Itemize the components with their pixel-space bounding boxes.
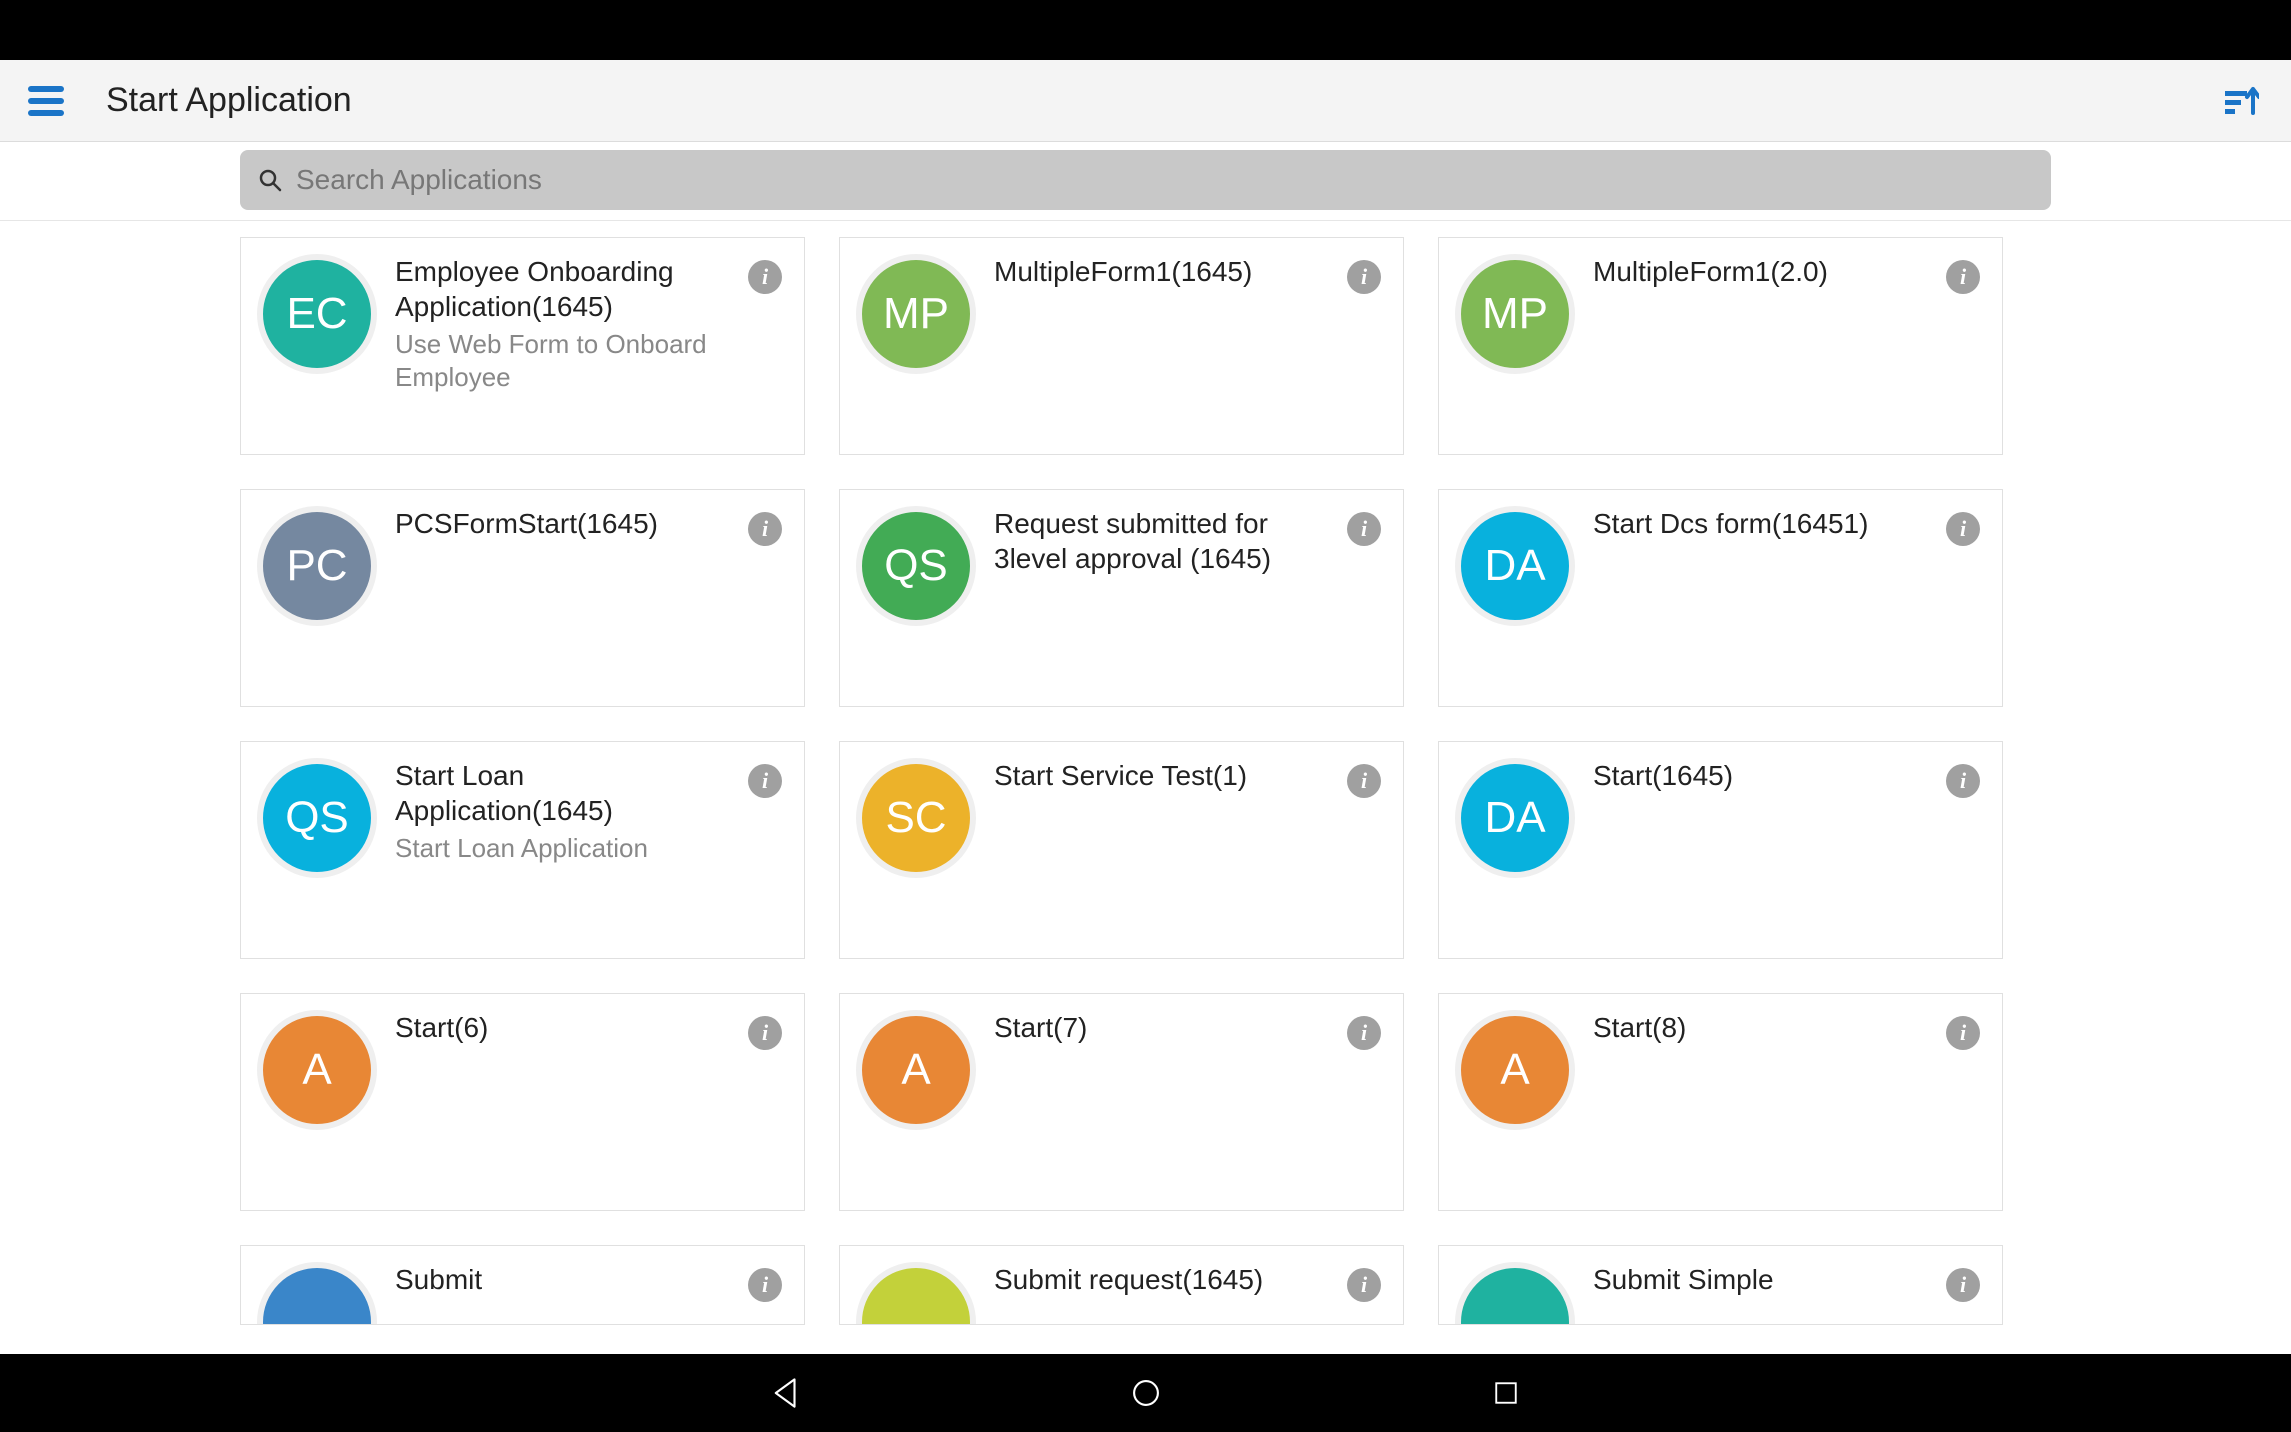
card-title: Start(1645): [1593, 758, 1946, 793]
card-title: Start(7): [994, 1010, 1347, 1045]
card-title: MultipleForm1(1645): [994, 254, 1347, 289]
application-card[interactable]: MP MultipleForm1(2.0)i: [1438, 237, 2003, 455]
application-card[interactable]: SC Start Service Test(1)i: [839, 741, 1404, 959]
card-title: MultipleForm1(2.0): [1593, 254, 1946, 289]
card-title: Request submitted for 3level approval (1…: [994, 506, 1347, 576]
application-grid: ECEmployee Onboarding Application(1645)U…: [0, 221, 2291, 1325]
card-body: Start(1645): [1593, 758, 1986, 958]
card-title: Start Dcs form(16451): [1593, 506, 1946, 541]
info-icon[interactable]: i: [1347, 260, 1381, 294]
avatar: [856, 1262, 976, 1325]
device-status-bar: [0, 0, 2291, 60]
application-card[interactable]: PC PCSFormStart(1645)i: [240, 489, 805, 707]
avatar: SC: [856, 758, 976, 878]
info-icon[interactable]: i: [1946, 512, 1980, 546]
card-subtitle: Use Web Form to Onboard Employee: [395, 328, 748, 393]
card-body: Submit: [395, 1262, 788, 1324]
card-body: Start Service Test(1): [994, 758, 1387, 958]
application-card[interactable]: ECEmployee Onboarding Application(1645)U…: [240, 237, 805, 455]
card-body: Submit Simple: [1593, 1262, 1986, 1324]
card-body: Request submitted for 3level approval (1…: [994, 506, 1387, 706]
page-title: Start Application: [106, 81, 2223, 120]
app-bar: Start Application: [0, 60, 2291, 142]
application-card[interactable]: Submit Simplei: [1438, 1245, 2003, 1325]
avatar: PC: [257, 506, 377, 626]
search-row: [0, 142, 2291, 221]
info-icon[interactable]: i: [1347, 1016, 1381, 1050]
application-card[interactable]: A Start(8)i: [1438, 993, 2003, 1211]
info-icon[interactable]: i: [1946, 260, 1980, 294]
card-title: Submit Simple: [1593, 1262, 1946, 1297]
card-title: Start(6): [395, 1010, 748, 1045]
card-body: Submit request(1645): [994, 1262, 1387, 1324]
recent-apps-icon[interactable]: [1486, 1373, 1526, 1413]
card-body: MultipleForm1(1645): [994, 254, 1387, 454]
avatar: [257, 1262, 377, 1325]
application-card[interactable]: MP MultipleForm1(1645)i: [839, 237, 1404, 455]
info-icon[interactable]: i: [1347, 1268, 1381, 1302]
card-body: Start(6): [395, 1010, 788, 1210]
sort-icon[interactable]: [2223, 83, 2259, 119]
card-title: Start Service Test(1): [994, 758, 1347, 793]
application-card[interactable]: DA Start(1645)i: [1438, 741, 2003, 959]
avatar: [1455, 1262, 1575, 1325]
card-body: PCSFormStart(1645): [395, 506, 788, 706]
search-input[interactable]: [296, 164, 2033, 196]
menu-icon[interactable]: [28, 86, 64, 116]
application-card[interactable]: A Start(7)i: [839, 993, 1404, 1211]
card-body: Employee Onboarding Application(1645)Use…: [395, 254, 788, 454]
back-icon[interactable]: [766, 1373, 806, 1413]
application-card[interactable]: A Start(6)i: [240, 993, 805, 1211]
info-icon[interactable]: i: [1347, 512, 1381, 546]
application-card[interactable]: Submit request(1645)i: [839, 1245, 1404, 1325]
info-icon[interactable]: i: [1946, 1016, 1980, 1050]
card-title: Employee Onboarding Application(1645): [395, 254, 748, 324]
avatar: DA: [1455, 506, 1575, 626]
search-icon: [258, 168, 282, 192]
info-icon[interactable]: i: [748, 1268, 782, 1302]
info-icon[interactable]: i: [1946, 1268, 1980, 1302]
card-body: Start(7): [994, 1010, 1387, 1210]
card-title: Submit: [395, 1262, 748, 1297]
card-title: Start Loan Application(1645): [395, 758, 748, 828]
android-nav-bar: [0, 1354, 2291, 1432]
avatar: QS: [257, 758, 377, 878]
avatar: QS: [856, 506, 976, 626]
card-body: Start(8): [1593, 1010, 1986, 1210]
application-card[interactable]: QS Request submitted for 3level approval …: [839, 489, 1404, 707]
info-icon[interactable]: i: [748, 512, 782, 546]
card-body: Start Loan Application(1645) Start Loan A…: [395, 758, 788, 958]
card-body: Start Dcs form(16451): [1593, 506, 1986, 706]
info-icon[interactable]: i: [748, 764, 782, 798]
avatar: A: [1455, 1010, 1575, 1130]
card-title: Start(8): [1593, 1010, 1946, 1045]
search-box[interactable]: [240, 150, 2051, 210]
info-icon[interactable]: i: [748, 1016, 782, 1050]
application-card[interactable]: Submiti: [240, 1245, 805, 1325]
card-body: MultipleForm1(2.0): [1593, 254, 1986, 454]
card-title: Submit request(1645): [994, 1262, 1347, 1297]
avatar: MP: [856, 254, 976, 374]
card-subtitle: Start Loan Application: [395, 832, 748, 865]
application-card[interactable]: QSStart Loan Application(1645)Start Loan…: [240, 741, 805, 959]
info-icon[interactable]: i: [1946, 764, 1980, 798]
application-card[interactable]: DA Start Dcs form(16451)i: [1438, 489, 2003, 707]
info-icon[interactable]: i: [1347, 764, 1381, 798]
avatar: A: [257, 1010, 377, 1130]
avatar: A: [856, 1010, 976, 1130]
home-icon[interactable]: [1126, 1373, 1166, 1413]
card-title: PCSFormStart(1645): [395, 506, 748, 541]
info-icon[interactable]: i: [748, 260, 782, 294]
avatar: EC: [257, 254, 377, 374]
avatar: MP: [1455, 254, 1575, 374]
avatar: DA: [1455, 758, 1575, 878]
